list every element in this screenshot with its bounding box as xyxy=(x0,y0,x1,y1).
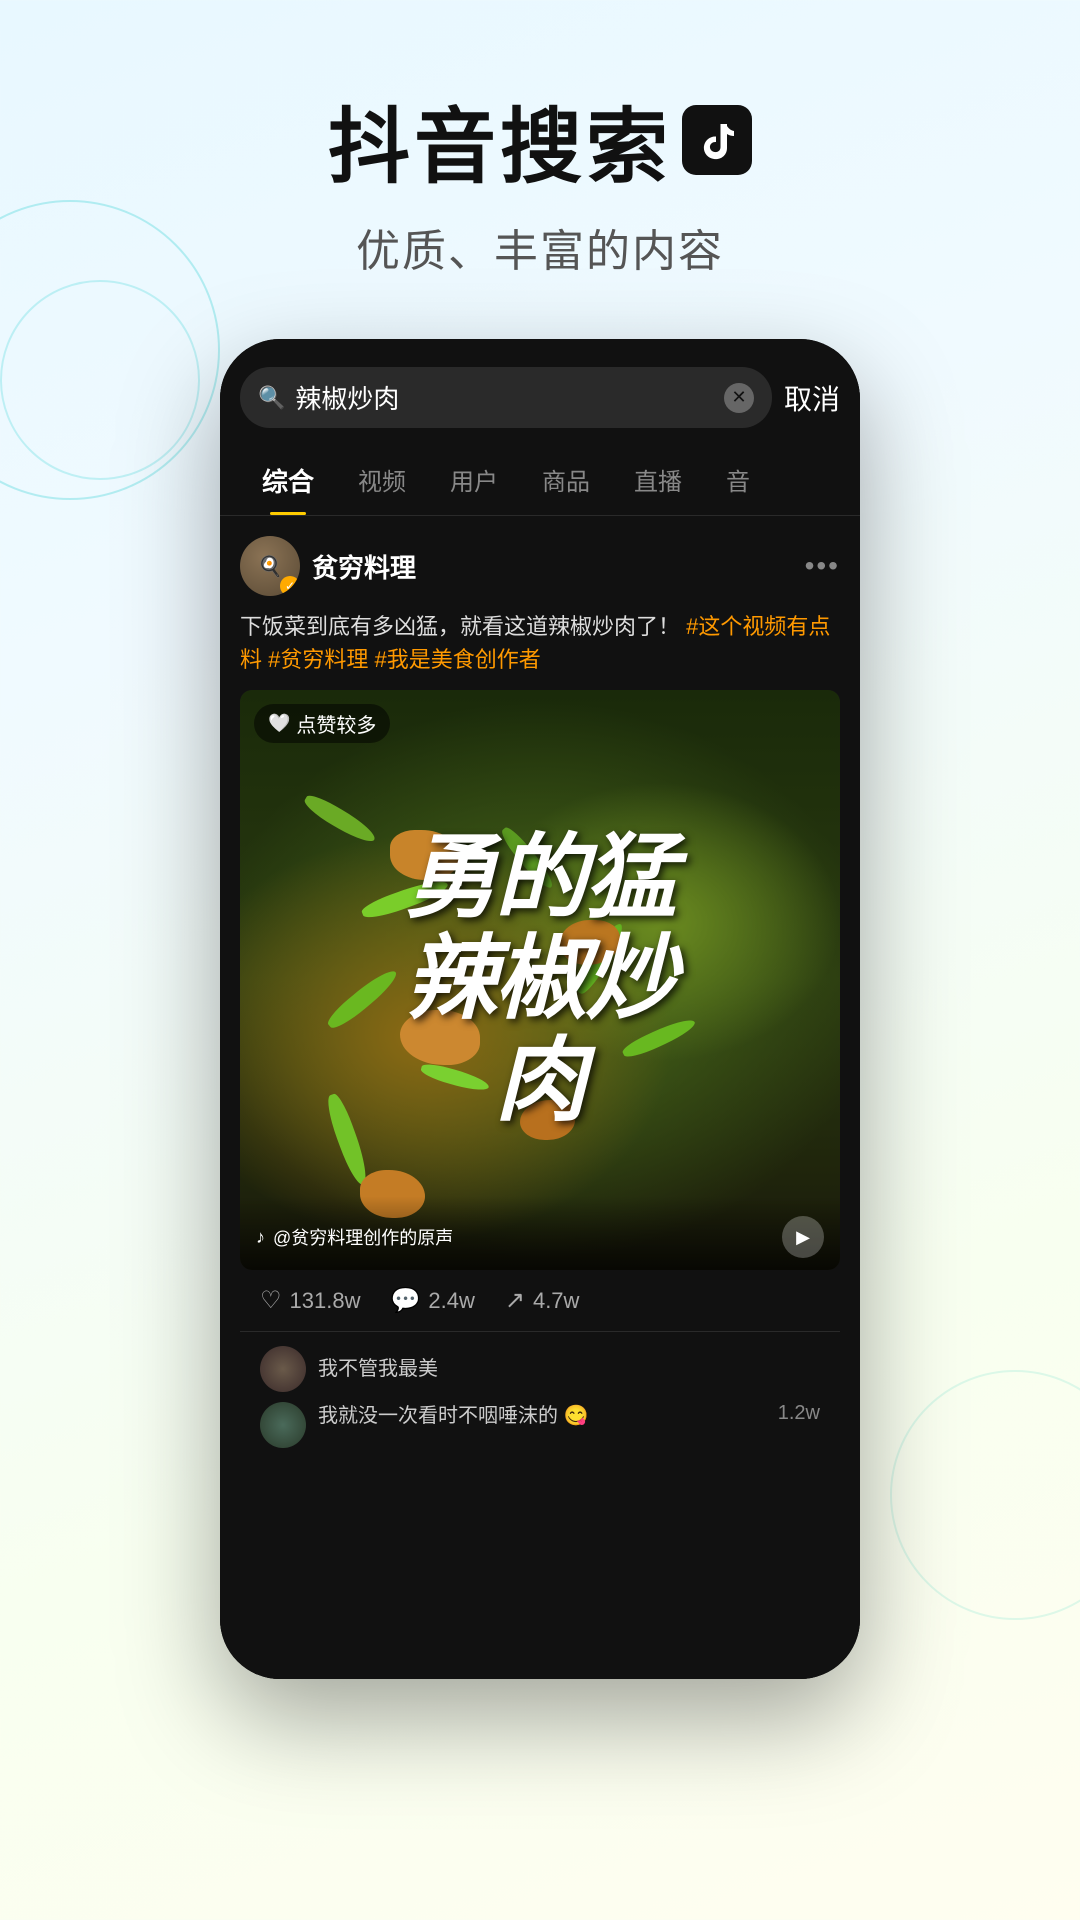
comment-avatar-2 xyxy=(260,1402,306,1448)
comment-content-2: 我就没一次看时不咽唾沫的 😋 xyxy=(318,1402,766,1430)
video-title-text: 勇的猛辣椒炒肉 xyxy=(405,828,675,1132)
tab-live[interactable]: 直播 xyxy=(612,446,704,515)
verified-badge: ✓ xyxy=(280,576,300,596)
comment-text-2: 我就没一次看时不咽唾沫的 😋 xyxy=(318,1405,588,1427)
likes-value: 131.8w xyxy=(290,1288,361,1314)
video-badge: 🤍 点赞较多 xyxy=(254,704,390,743)
comment-text-1: 我不管我最美 xyxy=(318,1358,438,1380)
tiktok-logo-icon xyxy=(682,105,752,175)
video-thumbnail[interactable]: 勇的猛辣椒炒肉 🤍 点赞较多 ♪ @贫穷料理创作的原声 xyxy=(240,690,840,1270)
phone-mockup-wrapper: 🔍 辣椒炒肉 ✕ 取消 综合 视频 用户 xyxy=(0,339,1080,1679)
hashtag-2[interactable]: #贫穷料理 xyxy=(268,647,374,672)
shares-value: 4.7w xyxy=(533,1288,579,1314)
app-title: 抖音搜索 xyxy=(0,80,1080,199)
comment-count-2: 1.2w xyxy=(778,1402,820,1425)
app-subtitle: 优质、丰富的内容 xyxy=(0,215,1080,279)
search-input-wrap[interactable]: 🔍 辣椒炒肉 ✕ xyxy=(240,367,772,428)
search-results-content: 🍳 ✓ 贫穷料理 ••• 下饭菜到底有多凶猛，就看这道辣椒炒肉了！ xyxy=(220,516,860,1679)
likes-count[interactable]: ♡ 131.8w xyxy=(260,1286,360,1315)
comments-value: 2.4w xyxy=(428,1288,474,1314)
more-options-icon[interactable]: ••• xyxy=(805,550,840,582)
post-desc-text: 下饭菜到底有多凶猛，就看这道辣椒炒肉了！ xyxy=(240,614,680,639)
user-info[interactable]: 🍳 ✓ 贫穷料理 xyxy=(240,536,416,596)
sound-label: @贫穷料理创作的原声 xyxy=(273,1224,453,1250)
search-query-text: 辣椒炒肉 xyxy=(295,379,714,416)
shares-count[interactable]: ↗ 4.7w xyxy=(505,1286,580,1315)
hashtag-3[interactable]: #我是美食创作者 xyxy=(374,647,540,672)
tab-goods[interactable]: 商品 xyxy=(520,446,612,515)
share-icon: ↗ xyxy=(505,1286,525,1315)
comment-row-2: 我就没一次看时不咽唾沫的 😋 1.2w xyxy=(260,1402,820,1448)
comment-content-1: 我不管我最美 xyxy=(318,1355,820,1383)
post-header: 🍳 ✓ 贫穷料理 ••• xyxy=(240,536,840,596)
heart-badge-icon: 🤍 xyxy=(268,713,290,734)
search-bar: 🔍 辣椒炒肉 ✕ 取消 xyxy=(220,349,860,446)
avatar: 🍳 ✓ xyxy=(240,536,300,596)
comment-icon: 💬 xyxy=(390,1286,420,1315)
comments-section: 我不管我最美 我就没一次看时不咽唾沫的 😋 1.2w xyxy=(240,1332,840,1462)
video-bottom-bar: ♪ @贫穷料理创作的原声 ▶ xyxy=(240,1196,840,1270)
post-card: 🍳 ✓ 贫穷料理 ••• 下饭菜到底有多凶猛，就看这道辣椒炒肉了！ xyxy=(220,516,860,1462)
engagement-bar: ♡ 131.8w 💬 2.4w ↗ 4.7w xyxy=(240,1270,840,1332)
clear-icon: ✕ xyxy=(731,387,746,408)
search-icon: 🔍 xyxy=(258,385,285,411)
tab-sound[interactable]: 音 xyxy=(704,446,772,515)
search-tabs: 综合 视频 用户 商品 直播 音 xyxy=(220,446,860,516)
sound-info[interactable]: ♪ @贫穷料理创作的原声 xyxy=(256,1224,453,1250)
phone-screen: 🔍 辣椒炒肉 ✕ 取消 综合 视频 用户 xyxy=(220,339,860,1679)
phone-device: 🔍 辣椒炒肉 ✕ 取消 综合 视频 用户 xyxy=(220,339,860,1679)
comments-count[interactable]: 💬 2.4w xyxy=(390,1286,474,1315)
post-description: 下饭菜到底有多凶猛，就看这道辣椒炒肉了！ #这个视频有点料 #贫穷料理 #我是美… xyxy=(240,610,840,676)
badge-label: 点赞较多 xyxy=(296,709,376,738)
play-button[interactable]: ▶ xyxy=(782,1216,824,1258)
video-title-overlay: 勇的猛辣椒炒肉 xyxy=(240,690,840,1270)
tab-user[interactable]: 用户 xyxy=(428,446,520,515)
search-clear-button[interactable]: ✕ xyxy=(724,383,754,413)
search-cancel-button[interactable]: 取消 xyxy=(784,378,840,418)
tab-comprehensive[interactable]: 综合 xyxy=(240,446,336,515)
play-icon: ▶ xyxy=(796,1227,810,1248)
tiktok-sound-icon: ♪ xyxy=(256,1227,265,1248)
heart-icon: ♡ xyxy=(260,1286,282,1315)
header-section: 抖音搜索 优质、丰富的内容 xyxy=(0,0,1080,319)
tab-video[interactable]: 视频 xyxy=(336,446,428,515)
comment-avatar-1 xyxy=(260,1346,306,1392)
post-username: 贫穷料理 xyxy=(312,548,416,585)
title-text: 抖音搜索 xyxy=(328,80,672,199)
comment-row-1: 我不管我最美 xyxy=(260,1346,820,1392)
